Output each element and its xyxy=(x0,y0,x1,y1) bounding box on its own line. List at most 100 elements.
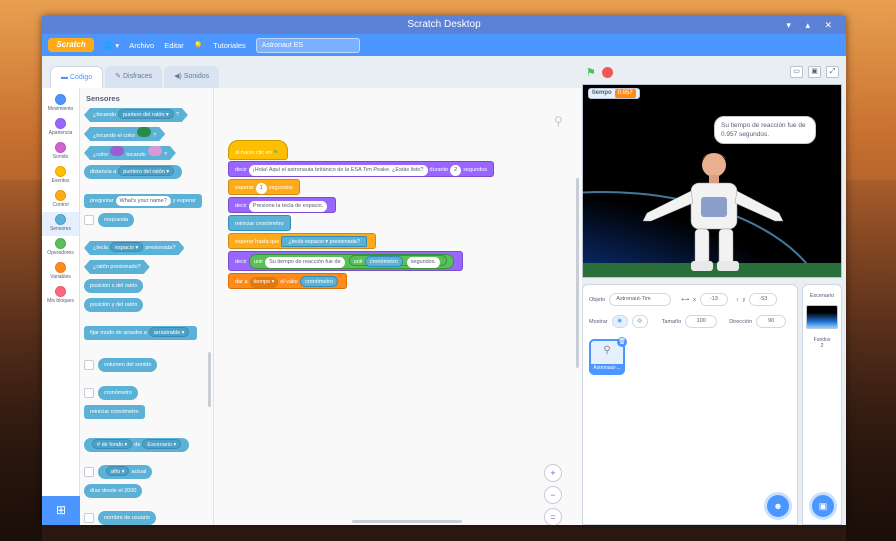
input-slot[interactable]: segundos. xyxy=(406,257,441,268)
input-slot[interactable]: Presione la tecla de espacio. xyxy=(248,201,328,212)
block-ask[interactable]: preguntar What's your name? y esperar xyxy=(84,194,202,208)
category-control[interactable]: Control xyxy=(42,188,79,212)
tab-costumes[interactable]: ✎ Disfraces xyxy=(105,66,163,88)
block-color-touching[interactable]: ¿color tocando? xyxy=(84,146,176,160)
green-flag-button[interactable]: ⚑ xyxy=(586,66,596,79)
large-stage-button[interactable]: ▣ xyxy=(808,66,821,78)
file-menu[interactable]: Archivo xyxy=(129,41,154,50)
checkbox-current[interactable] xyxy=(84,467,94,477)
language-menu[interactable]: 🌐 ▾ xyxy=(104,41,119,50)
input-slot[interactable]: Su tiempo de reacción fue de xyxy=(265,257,345,268)
checkbox-loudness[interactable] xyxy=(84,360,94,370)
dropdown[interactable]: # de fondo ▾ xyxy=(92,439,133,449)
backdrop-thumbnail[interactable] xyxy=(806,305,838,329)
category-variables[interactable]: Variables xyxy=(42,260,79,284)
sprite-name-input[interactable]: Astronaut-Tim xyxy=(609,293,672,306)
join-reporter[interactable]: unir Su tiempo de reacción fue de unir cron… xyxy=(248,254,455,269)
dropdown[interactable]: Escenario ▾ xyxy=(142,439,182,449)
tab-sounds[interactable]: ◀) Sonidos xyxy=(164,66,220,88)
input-slot[interactable]: 2 xyxy=(450,165,462,176)
block-when-flag-clicked[interactable]: al hacer clic en ⚑ xyxy=(228,140,288,160)
add-extension-button[interactable]: ⊞ xyxy=(42,496,80,525)
script-vertical-scrollbar[interactable] xyxy=(576,178,579,368)
tutorials-menu[interactable]: Tutoriales xyxy=(213,41,246,50)
show-visible-button[interactable]: ◉ xyxy=(611,315,628,328)
block-mouse-down[interactable]: ¿ratón presionado? xyxy=(84,260,150,274)
add-backdrop-button[interactable]: ▣ xyxy=(812,495,834,517)
zoom-out-button[interactable]: − xyxy=(544,486,562,504)
category-events[interactable]: Eventos xyxy=(42,164,79,188)
sprite-tile[interactable]: ⚲ Astronaut-... 🗑 xyxy=(589,337,627,375)
trash-icon[interactable]: 🗑 xyxy=(617,337,627,347)
direction-input[interactable]: 90 xyxy=(756,315,787,328)
block-days-since[interactable]: días desde el 2000 xyxy=(84,484,143,498)
block-touching[interactable]: ¿tocando puntero del ratón ▾? xyxy=(84,108,188,122)
block-mouse-y[interactable]: posición y del ratón xyxy=(84,298,144,312)
join-reporter-inner[interactable]: unir cronómetro segundos. xyxy=(348,255,448,268)
window-controls[interactable]: ▾ ▴ ✕ xyxy=(786,16,838,34)
script-horizontal-scrollbar[interactable] xyxy=(352,520,462,523)
small-stage-button[interactable]: ▭ xyxy=(790,66,803,78)
input-slot[interactable]: ¡Hola! Aquí el astronauta británico de l… xyxy=(248,165,428,176)
input-slot[interactable]: 1 xyxy=(255,183,267,194)
block-current[interactable]: año ▾ actual xyxy=(98,465,153,479)
checkbox-timer[interactable] xyxy=(84,388,94,398)
category-my-blocks[interactable]: Mis bloques xyxy=(42,284,79,308)
project-title-input[interactable]: Astronaut ES xyxy=(255,37,360,53)
category-motion[interactable]: Movimiento xyxy=(42,92,79,116)
dropdown[interactable]: arrastrable ▾ xyxy=(148,327,190,337)
zoom-reset-button[interactable]: = xyxy=(544,508,562,525)
tab-code[interactable]: ▬ Código xyxy=(50,66,104,88)
block-say[interactable]: decir Presione la tecla de espacio. xyxy=(228,197,337,213)
scratch-logo[interactable]: Scratch xyxy=(48,38,94,52)
edit-menu[interactable]: Editar xyxy=(164,41,184,50)
zoom-in-button[interactable]: + xyxy=(544,464,562,482)
palette-scrollbar[interactable] xyxy=(208,352,211,407)
block-wait[interactable]: esperar 1 segundos xyxy=(228,179,300,195)
block-reset-timer-script[interactable]: reiniciar cronómetro xyxy=(228,215,291,231)
input-slot[interactable]: What's your name? xyxy=(115,196,171,206)
checkbox-answer[interactable] xyxy=(84,215,94,225)
category-sound[interactable]: Sonido xyxy=(42,140,79,164)
block-wait-until[interactable]: esperar hasta que ¿tecla espacio ▾ presio… xyxy=(228,233,376,249)
category-operators[interactable]: Operadores xyxy=(42,236,79,260)
block-reset-timer[interactable]: reiniciar cronómetro xyxy=(84,405,145,419)
block-of[interactable]: # de fondo ▾ de Escenario ▾ xyxy=(84,438,190,452)
category-looks[interactable]: Apariencia xyxy=(42,116,79,140)
dropdown[interactable]: puntero del ratón ▾ xyxy=(118,109,174,119)
stage[interactable]: tiempo 0.957 Su tiempo de reacción fue de… xyxy=(582,84,842,278)
y-input[interactable]: -53 xyxy=(749,293,778,306)
dropdown[interactable]: espacio ▾ xyxy=(110,242,143,252)
stop-button[interactable] xyxy=(602,67,613,78)
fullscreen-button[interactable]: ⤢ xyxy=(826,66,839,78)
checkbox-username[interactable] xyxy=(84,513,94,523)
dropdown[interactable]: tiempo ▾ xyxy=(249,277,279,288)
size-input[interactable]: 100 xyxy=(685,315,718,328)
x-input[interactable]: -13 xyxy=(699,293,728,306)
timer-reporter[interactable]: cronómetro xyxy=(300,276,338,287)
add-sprite-button[interactable]: ☻ xyxy=(767,495,789,517)
block-set-variable[interactable]: dar a tiempo ▾ el valor cronómetro xyxy=(228,273,347,289)
dropdown[interactable]: espacio ▾ xyxy=(305,239,328,245)
dropdown[interactable]: puntero del ratón ▾ xyxy=(118,166,175,176)
hide-button[interactable]: ◎ xyxy=(631,315,648,328)
variable-monitor[interactable]: tiempo 0.957 xyxy=(588,88,640,99)
block-drag-mode[interactable]: fijar modo de arrastre a arrastrable ▾ xyxy=(84,326,198,340)
color-swatch[interactable] xyxy=(137,127,151,137)
condition-key-pressed[interactable]: ¿tecla espacio ▾ presionada? xyxy=(281,236,367,247)
color-swatch[interactable] xyxy=(110,146,124,156)
script-area[interactable]: ⚲ al hacer clic en ⚑ decir ¡Hola! Aquí el… xyxy=(214,88,582,525)
timer-reporter[interactable]: cronómetro xyxy=(364,256,403,267)
block-timer[interactable]: cronómetro xyxy=(98,386,138,400)
block-loudness[interactable]: volumen del sonido xyxy=(98,358,158,372)
block-touching-color[interactable]: ¿tocando el color? xyxy=(84,127,165,141)
block-username[interactable]: nombre de usuario xyxy=(98,511,156,525)
category-sensing[interactable]: Sensores xyxy=(42,212,79,236)
block-say-for[interactable]: decir ¡Hola! Aquí el astronauta británico… xyxy=(228,161,495,177)
block-key-pressed[interactable]: ¿tecla espacio ▾ presionada? xyxy=(84,241,185,255)
block-distance[interactable]: distancia a puntero del ratón ▾ xyxy=(84,165,183,179)
block-mouse-x[interactable]: posición x del ratón xyxy=(84,279,144,293)
dropdown[interactable]: año ▾ xyxy=(106,466,130,476)
block-answer[interactable]: respuesta xyxy=(98,213,135,227)
color-swatch[interactable] xyxy=(148,146,162,156)
